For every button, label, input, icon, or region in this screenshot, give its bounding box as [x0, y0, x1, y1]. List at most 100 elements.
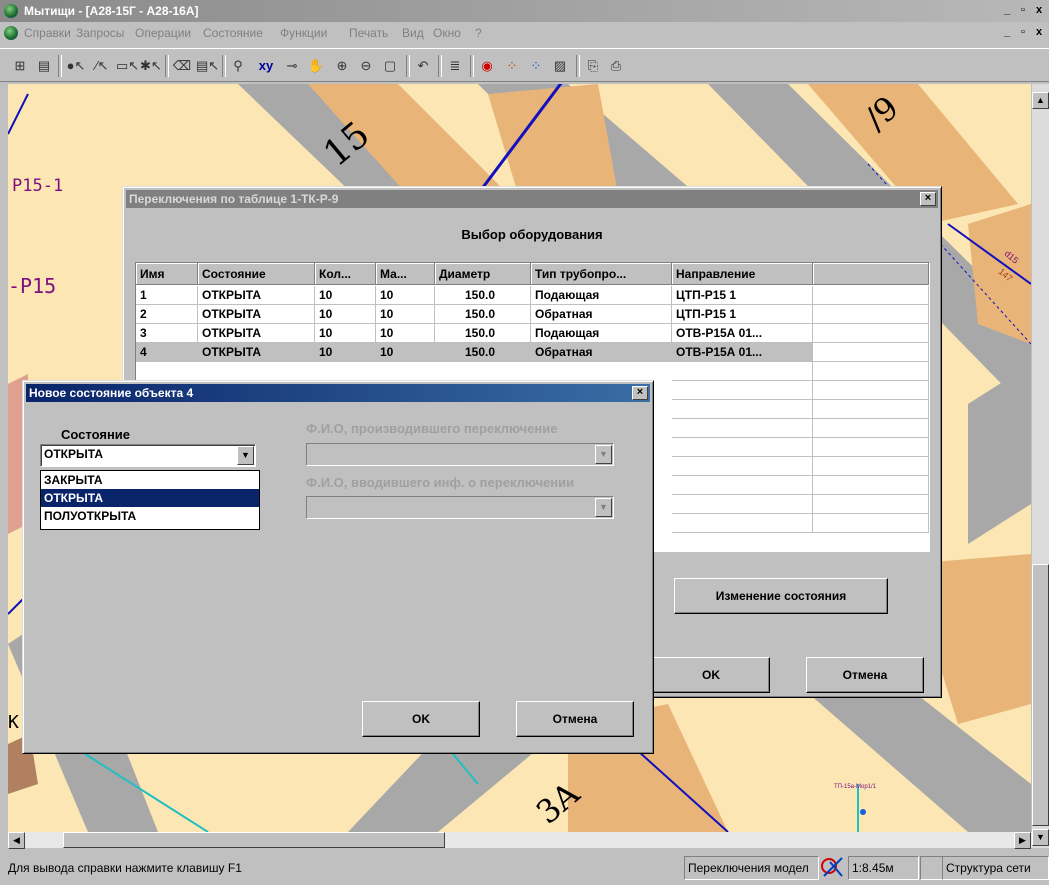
- table-cell[interactable]: ОТКРЫТА: [198, 286, 315, 305]
- table-cell[interactable]: Обратная: [531, 305, 672, 324]
- table-cell[interactable]: 150.0: [435, 324, 531, 343]
- select-area-icon[interactable]: ▭↖: [116, 56, 139, 76]
- table-cell[interactable]: 3: [136, 324, 198, 343]
- copy-icon[interactable]: ⎘: [583, 56, 603, 76]
- doc-minimize-button[interactable]: _: [999, 26, 1015, 40]
- edit-select-icon[interactable]: ▤↖: [196, 56, 219, 76]
- new-state-dialog-close-button[interactable]: ×: [632, 386, 648, 400]
- zoom-in-icon[interactable]: ⊕: [332, 56, 352, 76]
- table-cell[interactable]: 10: [376, 286, 435, 305]
- menu-queries[interactable]: Запросы: [76, 22, 124, 44]
- table-cell[interactable]: 10: [315, 305, 376, 324]
- measure-icon[interactable]: ⊸: [282, 56, 302, 76]
- table-cell[interactable]: ЦТП-Р15 1: [672, 305, 813, 324]
- table-cell[interactable]: [672, 381, 813, 400]
- switching-dialog-close-button[interactable]: ×: [920, 192, 936, 206]
- table-cell[interactable]: [813, 324, 929, 343]
- table-cell[interactable]: [672, 514, 813, 533]
- image-icon[interactable]: ▨: [550, 56, 570, 76]
- table-cell[interactable]: [672, 495, 813, 514]
- table-cell[interactable]: [813, 476, 929, 495]
- column-header-diameter[interactable]: Диаметр: [435, 263, 531, 285]
- select-line-icon[interactable]: ⁄↖: [92, 56, 112, 76]
- table-cell[interactable]: 150.0: [435, 305, 531, 324]
- table-cell[interactable]: ОТВ-Р15А 01...: [672, 324, 813, 343]
- table-cell[interactable]: [813, 381, 929, 400]
- table-cell[interactable]: [813, 286, 929, 305]
- table-cell[interactable]: 10: [315, 324, 376, 343]
- switching-ok-button[interactable]: OK: [652, 657, 770, 693]
- table-cell[interactable]: ЦТП-Р15 1: [672, 286, 813, 305]
- select-point-icon[interactable]: ●↖: [66, 56, 86, 76]
- table-cell[interactable]: Обратная: [531, 343, 672, 362]
- table-cell[interactable]: 10: [376, 343, 435, 362]
- scroll-left-button[interactable]: ◀: [8, 832, 25, 849]
- target-icon[interactable]: ◉: [477, 56, 497, 76]
- chevron-down-icon[interactable]: ▼: [595, 445, 612, 464]
- column-header-state[interactable]: Состояние: [198, 263, 315, 285]
- table-cell[interactable]: [813, 343, 929, 362]
- state-option[interactable]: ПОЛУОТКРЫТА: [41, 507, 259, 525]
- vertical-scrollbar[interactable]: ▲ ▼: [1032, 84, 1049, 848]
- state-select[interactable]: ОТКРЫТА ▼: [40, 444, 256, 467]
- table-cell[interactable]: [672, 362, 813, 381]
- table-cell[interactable]: [813, 305, 929, 324]
- state-ok-button[interactable]: OK: [362, 701, 480, 737]
- doc-close-button[interactable]: x: [1031, 26, 1047, 40]
- layers-icon[interactable]: ⊞: [10, 56, 30, 76]
- pan-hand-icon[interactable]: ✋: [306, 56, 326, 76]
- eraser-icon[interactable]: ⌫: [172, 56, 192, 76]
- table-cell[interactable]: [672, 438, 813, 457]
- table-cell[interactable]: [813, 362, 929, 381]
- state-cancel-button[interactable]: Отмена: [516, 701, 634, 737]
- table-cell[interactable]: 150.0: [435, 343, 531, 362]
- menu-functions[interactable]: Функции: [280, 22, 327, 44]
- switching-cancel-button[interactable]: Отмена: [806, 657, 924, 693]
- close-button[interactable]: x: [1031, 4, 1047, 18]
- menu-print[interactable]: Печать: [349, 22, 388, 44]
- vertical-scroll-thumb[interactable]: [1032, 564, 1049, 826]
- switching-icon[interactable]: ≣: [445, 56, 465, 76]
- column-header-pipe-type[interactable]: Тип трубопро...: [531, 263, 672, 285]
- document-icon[interactable]: ▤: [34, 56, 54, 76]
- table-cell[interactable]: [672, 476, 813, 495]
- table-cell[interactable]: 4: [136, 343, 198, 362]
- binoculars-icon[interactable]: ⚲: [228, 56, 248, 76]
- scroll-right-button[interactable]: ▶: [1014, 832, 1031, 849]
- table-cell[interactable]: Подающая: [531, 286, 672, 305]
- table-cell[interactable]: 10: [315, 343, 376, 362]
- scroll-up-button[interactable]: ▲: [1032, 92, 1049, 109]
- table-cell[interactable]: [672, 419, 813, 438]
- switcher-name-select[interactable]: ▼: [306, 443, 614, 466]
- menu-view[interactable]: Вид: [402, 22, 424, 44]
- network-alt-icon[interactable]: ⁘: [526, 56, 546, 76]
- change-state-button[interactable]: Изменение состояния: [674, 578, 888, 614]
- menu-window[interactable]: Окно: [433, 22, 461, 44]
- zoom-window-icon[interactable]: ▢: [380, 56, 400, 76]
- table-cell[interactable]: 2: [136, 305, 198, 324]
- zoom-out-icon[interactable]: ⊖: [356, 56, 376, 76]
- table-cell[interactable]: Подающая: [531, 324, 672, 343]
- menu-operations[interactable]: Операции: [135, 22, 191, 44]
- scroll-down-button[interactable]: ▼: [1032, 829, 1049, 846]
- table-cell[interactable]: 10: [376, 305, 435, 324]
- column-header-count[interactable]: Кол...: [315, 263, 376, 285]
- table-cell[interactable]: ОТКРЫТА: [198, 324, 315, 343]
- column-header-name[interactable]: Имя: [136, 263, 198, 285]
- table-cell[interactable]: [813, 514, 929, 533]
- table-cell[interactable]: [813, 457, 929, 476]
- doc-maximize-button[interactable]: ▫: [1015, 26, 1031, 40]
- menu-about[interactable]: ?: [475, 22, 482, 44]
- table-cell[interactable]: ОТКРЫТА: [198, 343, 315, 362]
- minimize-button[interactable]: _: [999, 4, 1015, 18]
- table-cell[interactable]: [813, 400, 929, 419]
- undo-icon[interactable]: ↶: [413, 56, 433, 76]
- table-cell[interactable]: ОТВ-Р15А 01...: [672, 343, 813, 362]
- state-dropdown-list[interactable]: ЗАКРЫТА ОТКРЫТА ПОЛУОТКРЫТА: [40, 470, 260, 530]
- column-header-direction[interactable]: Направление: [672, 263, 813, 285]
- menu-help[interactable]: Справки: [24, 22, 71, 44]
- state-option[interactable]: ЗАКРЫТА: [41, 471, 259, 489]
- horizontal-scrollbar[interactable]: ◀ ▶: [8, 832, 1032, 849]
- chevron-down-icon[interactable]: ▼: [237, 446, 254, 465]
- select-multi-icon[interactable]: ✱↖: [140, 56, 162, 76]
